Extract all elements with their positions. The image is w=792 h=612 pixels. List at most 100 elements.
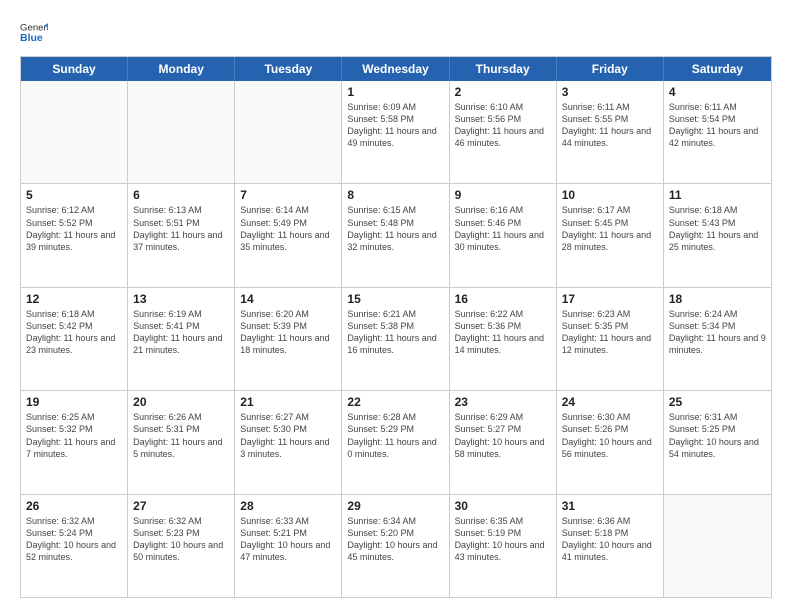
day-cell-12: 12Sunrise: 6:18 AM Sunset: 5:42 PM Dayli… (21, 288, 128, 390)
day-number: 2 (455, 85, 551, 99)
calendar-row: 12Sunrise: 6:18 AM Sunset: 5:42 PM Dayli… (21, 288, 771, 391)
day-number: 30 (455, 499, 551, 513)
day-cell-16: 16 Sunrise: 6:22 AM Sunset: 5:36 PM Dayli… (450, 288, 557, 390)
empty-cell (128, 81, 235, 183)
day-info: Sunrise: 6:15 AM Sunset: 5:48 PM Dayligh… (347, 204, 443, 253)
day-cell-27: 27Sunrise: 6:32 AM Sunset: 5:23 PM Dayli… (128, 495, 235, 597)
day-number: 9 (455, 188, 551, 202)
day-number: 16 (455, 292, 551, 306)
day-number: 1 (347, 85, 443, 99)
day-cell-10: 10 Sunrise: 6:17 AM Sunset: 5:45 PM Dayli… (557, 184, 664, 286)
day-info: Sunrise: 6:21 AM Sunset: 5:38 PM Dayligh… (347, 308, 443, 357)
day-number: 15 (347, 292, 443, 306)
day-info: Sunrise: 6:31 AM Sunset: 5:25 PM Dayligh… (669, 411, 766, 460)
day-number: 8 (347, 188, 443, 202)
day-number: 25 (669, 395, 766, 409)
day-number: 5 (26, 188, 122, 202)
day-info: Sunrise: 6:16 AM Sunset: 5:46 PM Dayligh… (455, 204, 551, 253)
day-info: Sunrise: 6:36 AM Sunset: 5:18 PM Dayligh… (562, 515, 658, 564)
day-number: 10 (562, 188, 658, 202)
day-cell-13: 13 Sunrise: 6:19 AM Sunset: 5:41 PM Dayli… (128, 288, 235, 390)
weekday-header-monday: Monday (128, 57, 235, 81)
day-info: Sunrise: 6:09 AM Sunset: 5:58 PM Dayligh… (347, 101, 443, 150)
day-cell-1: 1 Sunrise: 6:09 AM Sunset: 5:58 PM Daylig… (342, 81, 449, 183)
day-number: 22 (347, 395, 443, 409)
day-cell-8: 8 Sunrise: 6:15 AM Sunset: 5:48 PM Daylig… (342, 184, 449, 286)
day-info: Sunrise: 6:25 AM Sunset: 5:32 PM Dayligh… (26, 411, 122, 460)
weekday-header-friday: Friday (557, 57, 664, 81)
day-cell-28: 28 Sunrise: 6:33 AM Sunset: 5:21 PM Dayli… (235, 495, 342, 597)
day-info: Sunrise: 6:24 AM Sunset: 5:34 PM Dayligh… (669, 308, 766, 357)
day-number: 21 (240, 395, 336, 409)
day-cell-21: 21 Sunrise: 6:27 AM Sunset: 5:30 PM Dayli… (235, 391, 342, 493)
day-number: 23 (455, 395, 551, 409)
day-info: Sunrise: 6:23 AM Sunset: 5:35 PM Dayligh… (562, 308, 658, 357)
day-info: Sunrise: 6:28 AM Sunset: 5:29 PM Dayligh… (347, 411, 443, 460)
day-info: Sunrise: 6:26 AM Sunset: 5:31 PM Dayligh… (133, 411, 229, 460)
day-cell-11: 11 Sunrise: 6:18 AM Sunset: 5:43 PM Dayli… (664, 184, 771, 286)
day-cell-9: 9 Sunrise: 6:16 AM Sunset: 5:46 PM Daylig… (450, 184, 557, 286)
day-info: Sunrise: 6:34 AM Sunset: 5:20 PM Dayligh… (347, 515, 443, 564)
day-info: Sunrise: 6:32 AM Sunset: 5:24 PM Dayligh… (26, 515, 122, 564)
day-cell-30: 30Sunrise: 6:35 AM Sunset: 5:19 PM Dayli… (450, 495, 557, 597)
day-cell-3: 3 Sunrise: 6:11 AM Sunset: 5:55 PM Daylig… (557, 81, 664, 183)
day-info: Sunrise: 6:30 AM Sunset: 5:26 PM Dayligh… (562, 411, 658, 460)
day-cell-14: 14 Sunrise: 6:20 AM Sunset: 5:39 PM Dayli… (235, 288, 342, 390)
day-number: 17 (562, 292, 658, 306)
day-number: 13 (133, 292, 229, 306)
day-info: Sunrise: 6:14 AM Sunset: 5:49 PM Dayligh… (240, 204, 336, 253)
day-cell-23: 23 Sunrise: 6:29 AM Sunset: 5:27 PM Dayli… (450, 391, 557, 493)
day-info: Sunrise: 6:18 AM Sunset: 5:43 PM Dayligh… (669, 204, 766, 253)
day-number: 31 (562, 499, 658, 513)
day-cell-5: 5 Sunrise: 6:12 AM Sunset: 5:52 PM Daylig… (21, 184, 128, 286)
weekday-header-tuesday: Tuesday (235, 57, 342, 81)
page-header: General Blue (20, 18, 772, 46)
logo: General Blue (20, 18, 48, 46)
empty-cell (235, 81, 342, 183)
day-number: 4 (669, 85, 766, 99)
day-cell-20: 20 Sunrise: 6:26 AM Sunset: 5:31 PM Dayli… (128, 391, 235, 493)
day-info: Sunrise: 6:11 AM Sunset: 5:54 PM Dayligh… (669, 101, 766, 150)
day-number: 19 (26, 395, 122, 409)
day-info: Sunrise: 6:20 AM Sunset: 5:39 PM Dayligh… (240, 308, 336, 357)
weekday-header-saturday: Saturday (664, 57, 771, 81)
day-info: Sunrise: 6:22 AM Sunset: 5:36 PM Dayligh… (455, 308, 551, 357)
day-number: 6 (133, 188, 229, 202)
day-cell-24: 24Sunrise: 6:30 AM Sunset: 5:26 PM Dayli… (557, 391, 664, 493)
day-number: 14 (240, 292, 336, 306)
day-info: Sunrise: 6:27 AM Sunset: 5:30 PM Dayligh… (240, 411, 336, 460)
day-info: Sunrise: 6:33 AM Sunset: 5:21 PM Dayligh… (240, 515, 336, 564)
calendar-row: 1 Sunrise: 6:09 AM Sunset: 5:58 PM Daylig… (21, 81, 771, 184)
day-info: Sunrise: 6:17 AM Sunset: 5:45 PM Dayligh… (562, 204, 658, 253)
day-cell-7: 7Sunrise: 6:14 AM Sunset: 5:49 PM Daylig… (235, 184, 342, 286)
day-number: 3 (562, 85, 658, 99)
weekday-header-sunday: Sunday (21, 57, 128, 81)
day-info: Sunrise: 6:32 AM Sunset: 5:23 PM Dayligh… (133, 515, 229, 564)
day-cell-29: 29 Sunrise: 6:34 AM Sunset: 5:20 PM Dayli… (342, 495, 449, 597)
day-info: Sunrise: 6:11 AM Sunset: 5:55 PM Dayligh… (562, 101, 658, 150)
day-cell-22: 22 Sunrise: 6:28 AM Sunset: 5:29 PM Dayli… (342, 391, 449, 493)
day-number: 18 (669, 292, 766, 306)
day-info: Sunrise: 6:10 AM Sunset: 5:56 PM Dayligh… (455, 101, 551, 150)
calendar-row: 19 Sunrise: 6:25 AM Sunset: 5:32 PM Dayli… (21, 391, 771, 494)
logo-icon: General Blue (20, 18, 48, 46)
day-cell-26: 26Sunrise: 6:32 AM Sunset: 5:24 PM Dayli… (21, 495, 128, 597)
day-number: 20 (133, 395, 229, 409)
day-number: 12 (26, 292, 122, 306)
day-number: 29 (347, 499, 443, 513)
day-cell-18: 18 Sunrise: 6:24 AM Sunset: 5:34 PM Dayli… (664, 288, 771, 390)
day-cell-19: 19 Sunrise: 6:25 AM Sunset: 5:32 PM Dayli… (21, 391, 128, 493)
day-info: Sunrise: 6:13 AM Sunset: 5:51 PM Dayligh… (133, 204, 229, 253)
calendar-body: 1 Sunrise: 6:09 AM Sunset: 5:58 PM Daylig… (21, 81, 771, 597)
day-info: Sunrise: 6:19 AM Sunset: 5:41 PM Dayligh… (133, 308, 229, 357)
calendar-header: SundayMondayTuesdayWednesdayThursdayFrid… (21, 57, 771, 81)
day-info: Sunrise: 6:12 AM Sunset: 5:52 PM Dayligh… (26, 204, 122, 253)
day-cell-2: 2 Sunrise: 6:10 AM Sunset: 5:56 PM Daylig… (450, 81, 557, 183)
empty-cell (21, 81, 128, 183)
empty-cell (664, 495, 771, 597)
day-cell-31: 31 Sunrise: 6:36 AM Sunset: 5:18 PM Dayli… (557, 495, 664, 597)
day-number: 11 (669, 188, 766, 202)
calendar-row: 5 Sunrise: 6:12 AM Sunset: 5:52 PM Daylig… (21, 184, 771, 287)
day-info: Sunrise: 6:29 AM Sunset: 5:27 PM Dayligh… (455, 411, 551, 460)
day-number: 28 (240, 499, 336, 513)
